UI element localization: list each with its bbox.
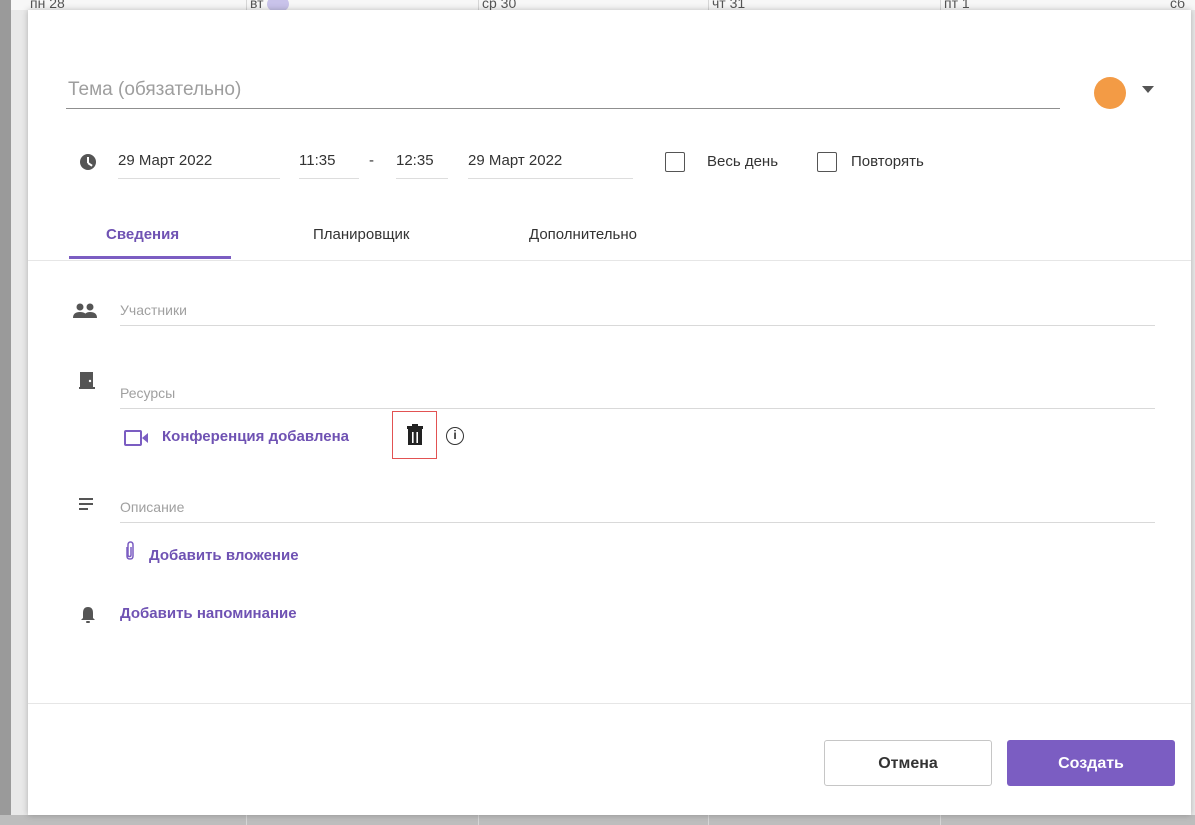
tab-scheduler[interactable]: Планировщик: [313, 226, 409, 243]
door-icon: [79, 372, 95, 389]
delete-conference-button[interactable]: [392, 411, 437, 459]
bell-icon: [81, 607, 95, 623]
add-attachment-link[interactable]: Добавить вложение: [149, 547, 299, 564]
end-date-field[interactable]: 29 Март 2022: [468, 148, 633, 179]
end-time-value: 12:35: [396, 152, 434, 169]
trash-icon: [407, 424, 423, 445]
tab-additional[interactable]: Дополнительно: [529, 226, 637, 243]
chevron-down-icon[interactable]: [1142, 86, 1154, 93]
color-picker[interactable]: [1094, 77, 1126, 109]
start-date-value: 29 Март 2022: [118, 152, 213, 169]
end-time-field[interactable]: 12:35: [396, 148, 448, 179]
description-placeholder: Описание: [120, 499, 185, 515]
subject-field: [66, 70, 1064, 110]
tabs-divider: [28, 260, 1191, 261]
participants-field[interactable]: Участники: [120, 295, 1155, 326]
end-date-value: 29 Март 2022: [468, 152, 563, 169]
participants-placeholder: Участники: [120, 302, 187, 318]
clock-icon: [80, 154, 96, 170]
video-camera-icon: [124, 430, 148, 446]
paperclip-icon: [126, 541, 134, 560]
calendar-header-strip: [0, 0, 1195, 10]
new-event-dialog: 29 Март 2022 11:35 - 12:35 29 Март 2022 …: [28, 10, 1191, 815]
description-field[interactable]: Описание: [120, 492, 1155, 523]
resources-field[interactable]: Ресурсы: [120, 378, 1155, 409]
add-reminder-link[interactable]: Добавить напоминание: [120, 605, 297, 622]
tab-details[interactable]: Сведения: [106, 226, 179, 243]
all-day-label: Весь день: [707, 153, 779, 170]
subject-input[interactable]: [66, 70, 1064, 110]
people-icon: [73, 303, 97, 318]
repeat-checkbox[interactable]: [817, 152, 837, 172]
start-time-value: 11:35: [299, 152, 336, 169]
calendar-bottom-edge: [0, 815, 1195, 825]
time-separator: -: [369, 152, 374, 169]
repeat-label: Повторять: [851, 153, 924, 170]
info-icon[interactable]: i: [446, 427, 464, 445]
resources-placeholder: Ресурсы: [120, 385, 176, 401]
footer-divider: [28, 703, 1191, 704]
create-button[interactable]: Создать: [1007, 740, 1175, 786]
start-time-field[interactable]: 11:35: [299, 148, 359, 179]
calendar-left-edge: [0, 0, 11, 825]
all-day-checkbox[interactable]: [665, 152, 685, 172]
text-lines-icon: [79, 498, 93, 510]
conference-added-link[interactable]: Конференция добавлена: [162, 428, 349, 445]
cancel-button[interactable]: Отмена: [824, 740, 992, 786]
active-tab-indicator: [69, 256, 231, 259]
start-date-field[interactable]: 29 Март 2022: [118, 148, 280, 179]
